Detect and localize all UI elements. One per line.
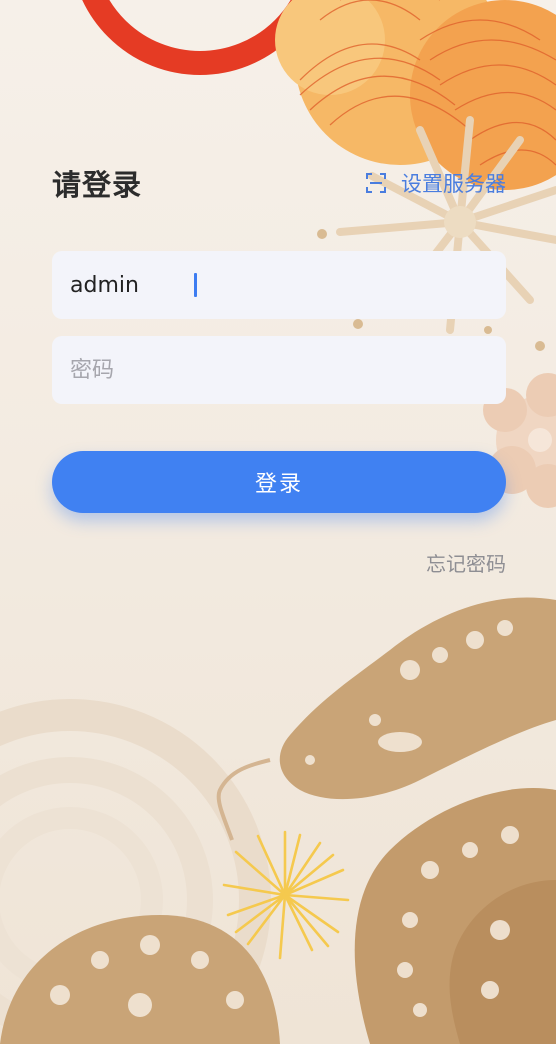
orange-fan-decoration bbox=[275, 0, 556, 190]
forgot-password-link[interactable]: 忘记密码 bbox=[426, 548, 506, 577]
username-field-wrapper bbox=[52, 251, 506, 319]
page-title: 请登录 bbox=[52, 168, 143, 202]
festive-background bbox=[0, 0, 556, 1044]
username-field[interactable] bbox=[68, 271, 490, 299]
login-button[interactable]: 登录 bbox=[52, 451, 506, 513]
password-field[interactable] bbox=[68, 356, 490, 384]
server-settings-label: 设置服务器 bbox=[401, 172, 506, 196]
password-field-wrapper bbox=[52, 336, 506, 404]
text-caret bbox=[194, 273, 197, 297]
scan-icon bbox=[366, 173, 386, 193]
server-settings-link[interactable]: 设置服务器 bbox=[365, 168, 506, 198]
